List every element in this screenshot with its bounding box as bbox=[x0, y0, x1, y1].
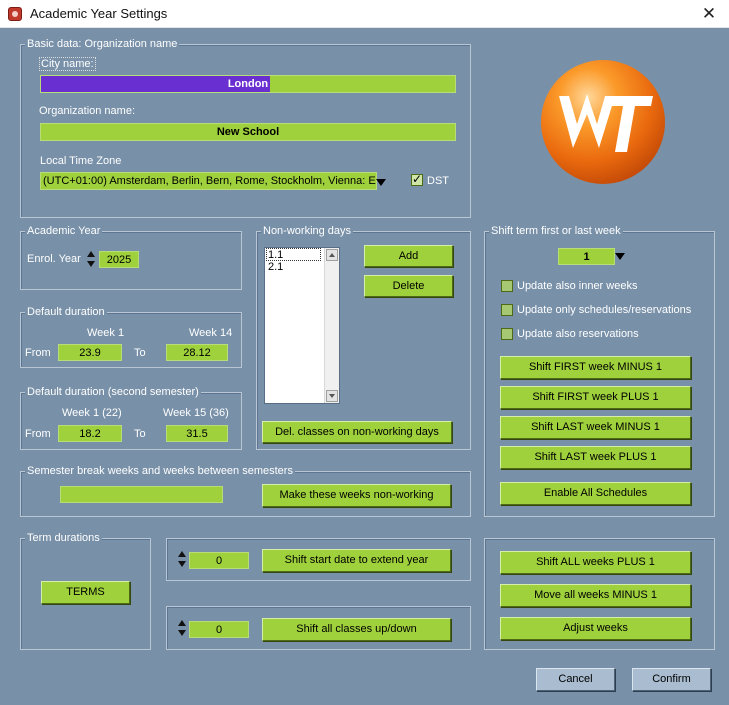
default-duration-group: Default duration Week 1 Week 14 From 23.… bbox=[20, 306, 242, 368]
term-durations-legend: Term durations bbox=[25, 532, 102, 545]
semester-break-input[interactable] bbox=[60, 486, 223, 503]
shift-first-plus-button[interactable]: Shift FIRST week PLUS 1 bbox=[500, 386, 691, 409]
academic-year-group: Academic Year Enrol. Year 2025 bbox=[20, 225, 242, 290]
time-zone-select[interactable]: (UTC+01:00) Amsterdam, Berlin, Bern, Rom… bbox=[40, 172, 377, 190]
enrol-year-spinner[interactable] bbox=[87, 250, 95, 268]
shift-start-button[interactable]: Shift start date to extend year bbox=[262, 549, 451, 572]
delete-button[interactable]: Delete bbox=[364, 275, 453, 297]
list-scrollbar[interactable] bbox=[324, 248, 339, 403]
city-name-label: City name: bbox=[39, 57, 96, 71]
shift-start-input[interactable]: 0 bbox=[189, 552, 249, 569]
organization-name-label: Organization name: bbox=[39, 105, 135, 117]
shift-term-group: Shift term first or last week 1 Update a… bbox=[484, 225, 715, 517]
shift-term-legend: Shift term first or last week bbox=[489, 225, 623, 238]
city-name-value: London bbox=[227, 78, 269, 90]
cancel-button[interactable]: Cancel bbox=[536, 668, 615, 691]
second-to-date-input[interactable]: 31.5 bbox=[166, 425, 228, 442]
update-only-schedules-checkbox[interactable] bbox=[501, 304, 513, 316]
adjust-weeks-button[interactable]: Adjust weeks bbox=[500, 617, 691, 640]
second-from-date-input[interactable]: 18.2 bbox=[58, 425, 122, 442]
time-zone-label: Local Time Zone bbox=[40, 155, 122, 167]
shift-week-select[interactable]: 1 bbox=[558, 248, 615, 265]
update-inner-weeks-checkbox[interactable] bbox=[501, 280, 513, 292]
week-end-label: Week 14 bbox=[189, 327, 233, 339]
shift-week-dropdown-icon[interactable] bbox=[615, 253, 625, 260]
shift-first-minus-button[interactable]: Shift FIRST week MINUS 1 bbox=[500, 356, 691, 379]
shift-start-spinner[interactable] bbox=[178, 550, 186, 568]
second-semester-legend: Default duration (second semester) bbox=[25, 386, 201, 399]
from-label: From bbox=[25, 347, 51, 359]
shift-classes-group: 0 Shift all classes up/down bbox=[166, 606, 471, 650]
confirm-button[interactable]: Confirm bbox=[632, 668, 711, 691]
list-item[interactable]: 1.1 bbox=[266, 248, 321, 261]
to-date-input[interactable]: 28.12 bbox=[166, 344, 228, 361]
shift-all-weeks-plus-button[interactable]: Shift ALL weeks PLUS 1 bbox=[500, 551, 691, 574]
dst-checkbox[interactable] bbox=[411, 172, 423, 186]
organization-name-input[interactable]: New School bbox=[40, 123, 456, 141]
default-duration-legend: Default duration bbox=[25, 306, 107, 319]
academic-year-legend: Academic Year bbox=[25, 225, 103, 238]
enable-all-schedules-button[interactable]: Enable All Schedules bbox=[500, 482, 691, 505]
terms-button[interactable]: TERMS bbox=[41, 581, 130, 604]
semester-break-legend: Semester break weeks and weeks between s… bbox=[25, 465, 295, 478]
logo-mark-icon bbox=[559, 94, 653, 152]
second-semester-group: Default duration (second semester) Week … bbox=[20, 386, 242, 450]
scroll-up-icon[interactable] bbox=[326, 249, 338, 261]
time-zone-dropdown-icon[interactable] bbox=[376, 179, 386, 186]
update-reservations-checkbox[interactable] bbox=[501, 328, 513, 340]
city-name-input[interactable]: London bbox=[40, 75, 456, 93]
dst-label: DST bbox=[427, 175, 449, 187]
update-inner-weeks-label: Update also inner weeks bbox=[517, 280, 638, 292]
non-working-days-list[interactable]: 1.1 2.1 bbox=[264, 247, 340, 404]
enrol-year-input[interactable]: 2025 bbox=[99, 251, 139, 268]
add-button[interactable]: Add bbox=[364, 245, 453, 267]
dialog-client: Basic data: Organization name City name:… bbox=[0, 28, 729, 705]
shift-last-minus-button[interactable]: Shift LAST week MINUS 1 bbox=[500, 416, 691, 439]
non-working-days-legend: Non-working days bbox=[261, 225, 354, 238]
update-reservations-label: Update also reservations bbox=[517, 328, 639, 340]
shift-classes-spinner[interactable] bbox=[178, 619, 186, 637]
second-to-label: To bbox=[134, 428, 146, 440]
scroll-down-icon[interactable] bbox=[326, 390, 338, 402]
update-only-schedules-label: Update only schedules/reservations bbox=[517, 304, 692, 316]
shift-start-group: 0 Shift start date to extend year bbox=[166, 538, 471, 581]
close-icon[interactable]: ✕ bbox=[689, 0, 729, 28]
window-title: Academic Year Settings bbox=[30, 6, 168, 21]
move-all-weeks-minus-button[interactable]: Move all weeks MINUS 1 bbox=[500, 584, 691, 607]
basic-data-group: Basic data: Organization name City name:… bbox=[20, 38, 471, 218]
make-weeks-non-working-button[interactable]: Make these weeks non-working bbox=[262, 484, 451, 507]
del-classes-button[interactable]: Del. classes on non-working days bbox=[262, 421, 452, 443]
basic-data-legend: Basic data: Organization name bbox=[25, 38, 180, 51]
shift-last-plus-button[interactable]: Shift LAST week PLUS 1 bbox=[500, 446, 691, 469]
second-from-label: From bbox=[25, 428, 51, 440]
from-date-input[interactable]: 23.9 bbox=[58, 344, 122, 361]
shift-classes-button[interactable]: Shift all classes up/down bbox=[262, 618, 451, 641]
second-week-end-label: Week 15 (36) bbox=[163, 407, 229, 419]
shift-classes-input[interactable]: 0 bbox=[189, 621, 249, 638]
enrol-year-label: Enrol. Year bbox=[27, 253, 81, 265]
window-titlebar: Academic Year Settings ✕ bbox=[0, 0, 729, 28]
week-start-label: Week 1 bbox=[87, 327, 125, 339]
non-working-days-group: Non-working days 1.1 2.1 Add Delete Del.… bbox=[256, 225, 471, 450]
to-label: To bbox=[134, 347, 146, 359]
week-actions-group: Shift ALL weeks PLUS 1 Move all weeks MI… bbox=[484, 538, 715, 650]
app-icon bbox=[8, 7, 22, 21]
second-week-start-label: Week 1 (22) bbox=[62, 407, 122, 419]
semester-break-group: Semester break weeks and weeks between s… bbox=[20, 465, 471, 517]
term-durations-group: Term durations TERMS bbox=[20, 532, 151, 650]
wintimetable-logo bbox=[541, 60, 665, 184]
